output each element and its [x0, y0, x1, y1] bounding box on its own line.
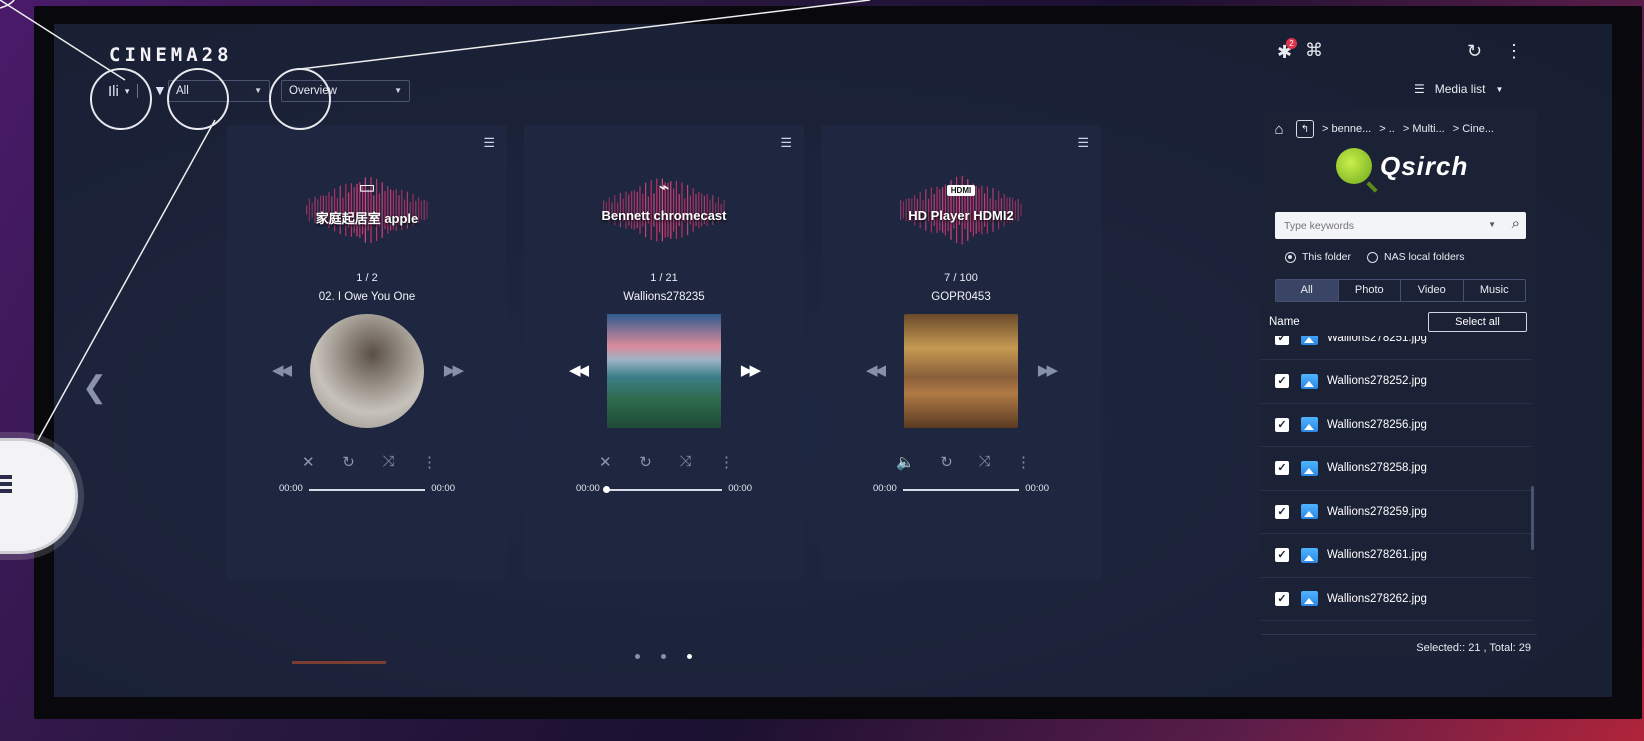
annotation-ring [167, 68, 229, 130]
annotation-ring [90, 68, 152, 130]
annotation-lines [0, 0, 871, 441]
callout-icon [0, 475, 12, 515]
tutorial-stage: CINEMA28 Ili ▾ ▼ All ▼ Overview ▼ ✱ 2 ⌘ … [0, 0, 1644, 741]
annotation-ring [269, 68, 331, 130]
